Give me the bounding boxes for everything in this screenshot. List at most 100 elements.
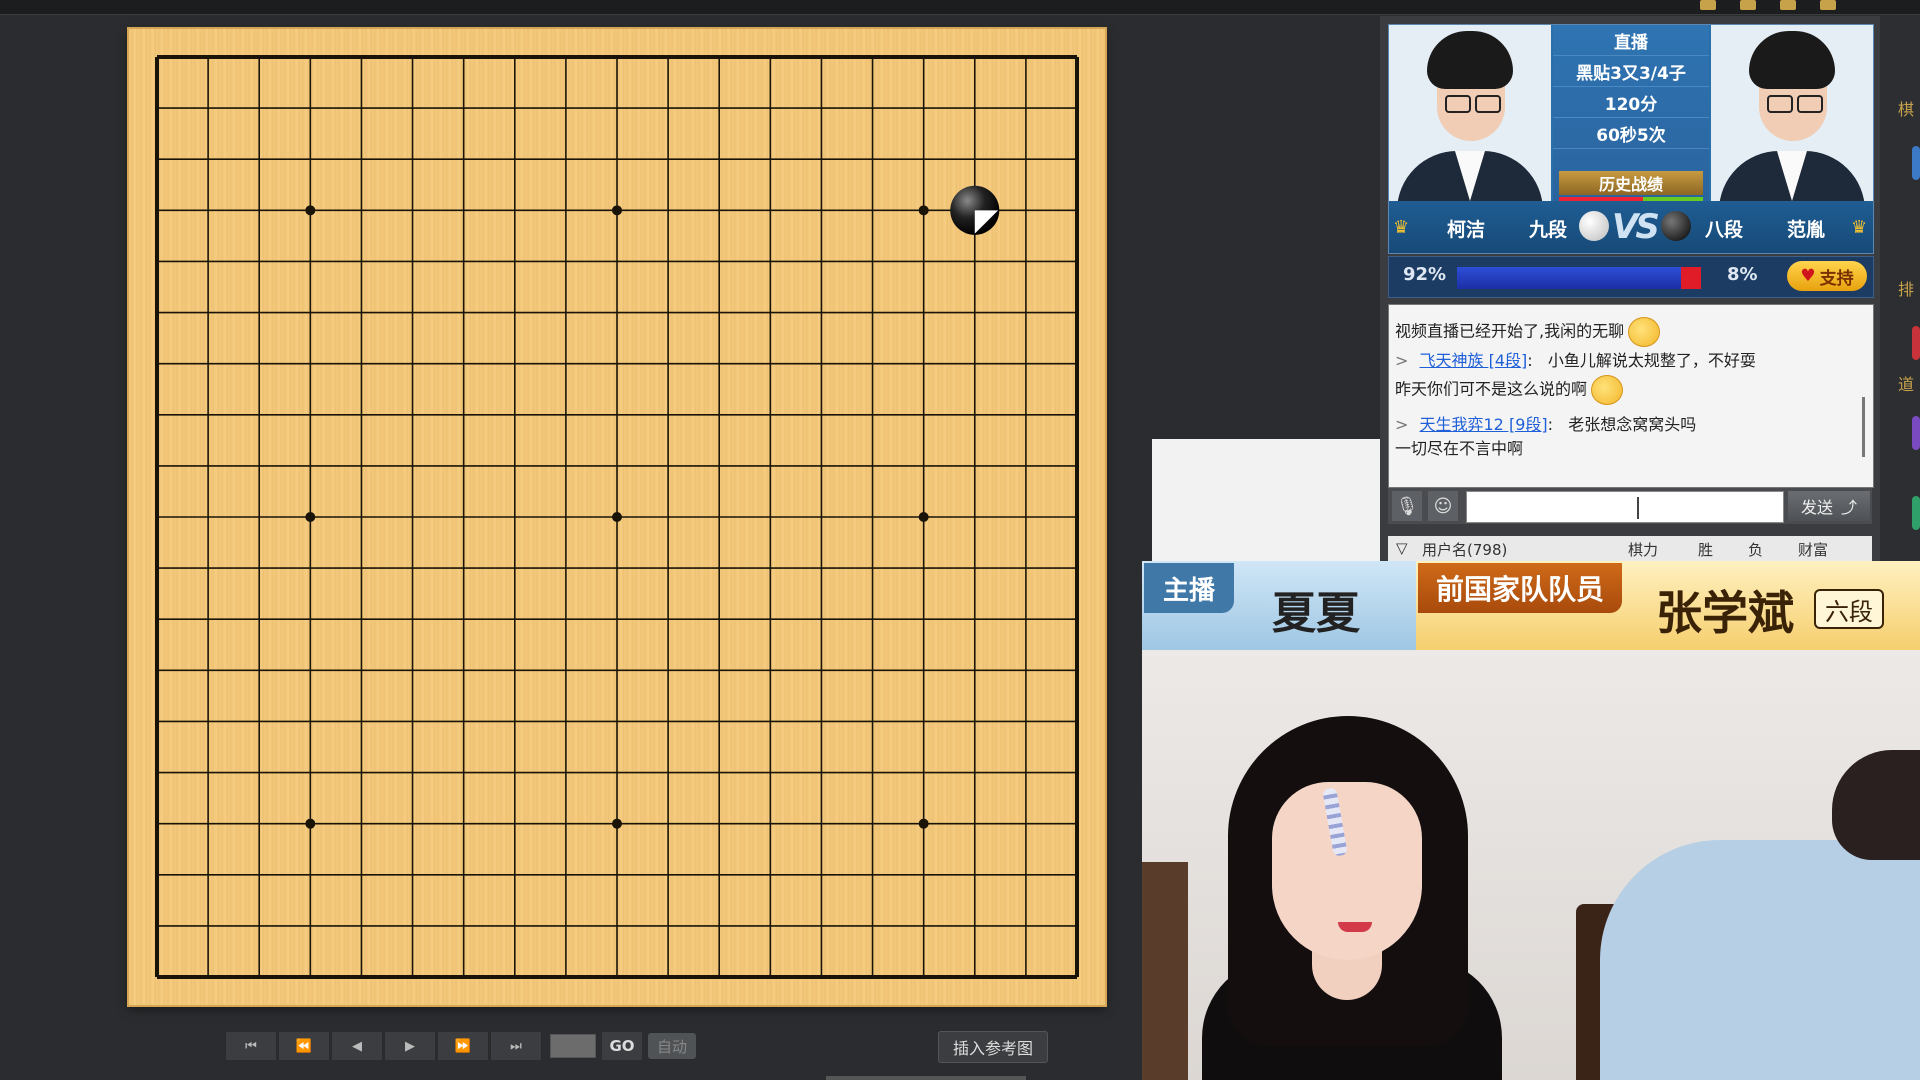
history-record-button[interactable]: 历史战绩 [1559,171,1703,195]
komi-rule: 黑贴3又3/4子 [1553,56,1709,87]
star-point [612,512,622,522]
text-cursor [1637,497,1639,519]
filter-icon[interactable]: ▽ [1396,539,1408,557]
toolbar-label: 棋 [1898,100,1915,119]
user-table-header: ▽ 用户名(798) 棋力 胜 负 财富 [1388,536,1872,561]
toolbar-tab[interactable] [1912,146,1920,180]
support-button[interactable]: ♥ 支持 [1787,261,1867,291]
toolbar-tab[interactable] [1912,326,1920,360]
maximize-icon[interactable] [1780,0,1796,10]
star-point [305,512,316,522]
first-move-button[interactable]: ⏮ [225,1031,277,1061]
support-label: 支持 [1819,268,1854,289]
right-player-photo [1711,25,1873,201]
send-arrow-icon: ⤴ [1841,498,1858,517]
star-point [305,818,316,829]
chat-message: > 天生我弈12 [9段]: 老张想念窝窝头吗 [1395,415,1697,434]
chat-scrollbar[interactable] [1862,397,1865,457]
commentary-video [1142,650,1920,1080]
rewind-button[interactable]: ⏪ [278,1031,330,1061]
chevron-right-icon: > [1395,351,1409,370]
guest-tag: 前国家队队员 [1418,563,1622,613]
host-name: 夏夏 [1272,588,1360,639]
right-support-percent: 8% [1727,264,1758,285]
players-names-row: ♛ 柯洁 九段 VS 八段 范胤 ♛ [1389,201,1873,253]
crown-icon: ♛ [1851,217,1868,238]
left-player-rank: 九段 [1529,219,1568,241]
prev-move-button[interactable]: ◀ [331,1031,383,1061]
col-strength[interactable]: 棋力 [1628,539,1658,560]
col-username[interactable]: 用户名(798) [1422,539,1507,560]
last-move-button[interactable]: ⏭ [490,1031,542,1061]
guest-section: 前国家队队员 张学斌 六段 [1416,561,1920,650]
commentator-banner: 主播 夏夏 前国家队队员 张学斌 六段 [1142,561,1920,650]
menu-icon[interactable] [1700,0,1716,10]
black-stone[interactable] [950,185,1000,235]
chat-log[interactable]: 视频直播已经开始了,我闲的无聊 > 飞天神族 [4段]: 小鱼儿解说太规整了，不… [1388,304,1874,488]
players-card: 直播 黑贴3又3/4子 120分 60秒5次 历史战绩 ♛ 柯洁 九段 VS 八… [1388,24,1874,254]
chat-message: 一切尽在不言中啊 [1395,439,1524,458]
minimize-icon[interactable] [1740,0,1756,10]
star-point [612,818,622,829]
toolbar-tab[interactable] [1912,416,1920,450]
right-player-name: 范胤 [1787,219,1826,241]
live-status: 直播 [1553,25,1709,56]
chat-input-row: 🎙 ☺ 发送 ⤴ [1388,488,1872,524]
send-button[interactable]: 发送 ⤴ [1788,491,1870,521]
star-point [918,512,929,522]
guest-name: 张学斌 [1656,586,1794,640]
chat-message: 视频直播已经开始了,我闲的无聊 [1395,317,1661,347]
go-board[interactable] [129,29,1105,1005]
white-stone-icon [1579,211,1609,241]
close-icon[interactable] [1820,0,1836,10]
blank-panel [1152,439,1380,561]
grin-emoji-icon [1628,317,1661,347]
host-tag: 主播 [1144,563,1234,613]
playback-controls: ⏮ ⏪ ◀ ▶ ⏩ ⏭ GO 自动 [225,1031,696,1061]
left-player-photo [1389,25,1551,201]
crown-icon: ♛ [1393,217,1410,238]
col-wins[interactable]: 胜 [1698,539,1713,560]
vs-label: VS [1612,207,1660,247]
chat-message: 昨天你们可不是这么说的啊 [1395,375,1624,405]
chat-username-link[interactable]: 天生我弈12 [9段] [1420,415,1548,434]
star-point [918,205,929,216]
black-stone-icon [1661,211,1691,241]
microphone-icon[interactable]: 🎙 [1392,491,1422,521]
board-grid[interactable] [129,29,1105,1005]
toolbar-label: 道 [1898,375,1915,394]
col-losses[interactable]: 负 [1748,539,1763,560]
guest-rank-badge: 六段 [1814,589,1884,629]
smug-emoji-icon [1591,375,1624,405]
star-point [305,205,316,216]
chevron-right-icon: > [1395,415,1409,434]
col-wealth[interactable]: 财富 [1798,539,1828,560]
chat-message: > 飞天神族 [4段]: 小鱼儿解说太规整了，不好耍 [1395,351,1756,370]
right-toolbar: 棋 排 道 [1880,16,1920,561]
star-point [918,818,929,829]
emoji-icon[interactable]: ☺ [1428,491,1458,521]
support-progress [1457,267,1701,289]
guest-figure [1600,840,1920,1080]
host-section: 主播 夏夏 [1142,561,1416,650]
toolbar-label: 排 [1898,280,1915,299]
match-info: 直播 黑贴3又3/4子 120分 60秒5次 历史战绩 [1553,25,1709,201]
horizontal-scrollbar[interactable] [826,1076,1026,1080]
toolbar-tab[interactable] [1912,496,1920,530]
chat-username-link[interactable]: 飞天神族 [4段] [1420,351,1528,370]
next-move-button[interactable]: ▶ [384,1031,436,1061]
fast-forward-button[interactable]: ⏩ [437,1031,489,1061]
star-point [612,205,622,216]
support-bar: 92% 8% ♥ 支持 [1388,256,1874,298]
left-support-percent: 92% [1403,264,1447,285]
right-player-rank: 八段 [1705,219,1744,241]
go-button[interactable]: GO [602,1032,642,1060]
title-bar [0,0,1920,15]
move-number-input[interactable] [550,1034,596,1058]
match-panel: 直播 黑贴3又3/4子 120分 60秒5次 历史战绩 ♛ 柯洁 九段 VS 八… [1380,16,1880,561]
left-player-name: 柯洁 [1447,219,1486,241]
insert-reference-button[interactable]: 插入参考图 [938,1031,1048,1063]
main-time: 120分 [1553,87,1709,118]
auto-play-button[interactable]: 自动 [648,1033,696,1059]
chat-input[interactable] [1466,491,1784,523]
